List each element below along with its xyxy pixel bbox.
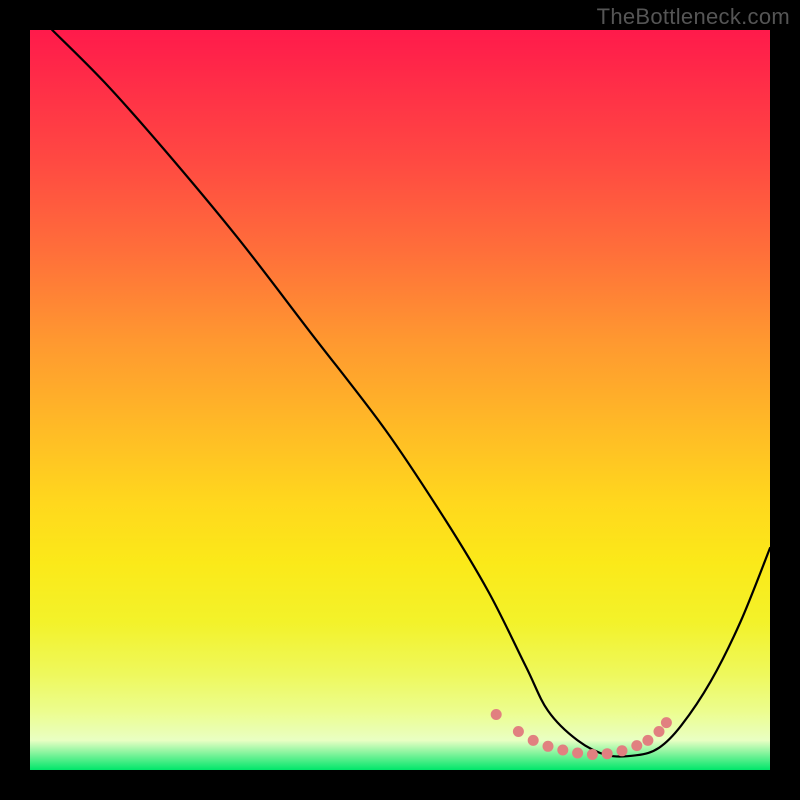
highlight-dot	[528, 735, 539, 746]
highlight-dot	[587, 749, 598, 760]
bottleneck-curve	[52, 30, 770, 757]
chart-frame: TheBottleneck.com	[0, 0, 800, 800]
watermark-text: TheBottleneck.com	[597, 4, 790, 30]
highlight-dot	[661, 717, 672, 728]
highlight-dot	[491, 709, 502, 720]
optimal-range-markers	[491, 709, 672, 760]
highlight-dot	[543, 741, 554, 752]
chart-svg	[30, 30, 770, 770]
highlight-dot	[513, 726, 524, 737]
highlight-dot	[642, 735, 653, 746]
highlight-dot	[557, 745, 568, 756]
plot-area	[30, 30, 770, 770]
highlight-dot	[654, 726, 665, 737]
highlight-dot	[631, 740, 642, 751]
highlight-dot	[572, 748, 583, 759]
highlight-dot	[617, 745, 628, 756]
highlight-dot	[602, 748, 613, 759]
